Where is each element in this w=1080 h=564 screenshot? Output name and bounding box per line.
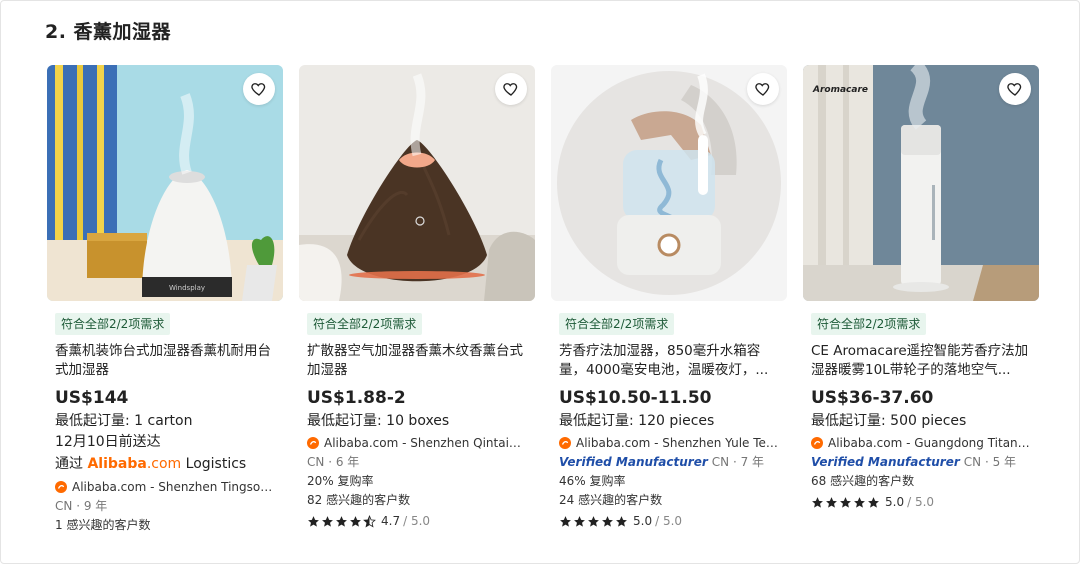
rating-max: / 5.0 — [403, 514, 431, 528]
min-order: 最低起订量: 120 pieces — [559, 413, 715, 429]
star-icon — [826, 496, 837, 508]
supplier-row[interactable]: Alibaba.com - Shenzhen Yule Tech... — [559, 434, 779, 452]
product-title[interactable]: 芳香疗法加湿器，850毫升水箱容量，4000毫安电池，温暖夜灯，... — [559, 342, 779, 380]
product-price: US$1.88-2 — [307, 388, 406, 408]
requirements-badge: 符合全部2/2项需求 — [811, 313, 927, 335]
product-title[interactable]: CE Aromacare遥控智能芳香疗法加湿器暖雾10L带轮子的落地空气... — [811, 342, 1031, 380]
alibaba-com-text: .com — [146, 456, 182, 472]
rating-max: / 5.0 — [907, 495, 935, 509]
product-section: 2. 香薰加湿器 Windsplay 符合全部2/2项需求 香薰机装饰台式加湿器… — [0, 0, 1080, 564]
favorite-button[interactable] — [747, 73, 779, 105]
supplier-row[interactable]: Alibaba.com - Shenzhen Tingson E... — [55, 478, 275, 496]
supplier-name[interactable]: Alibaba.com - Guangdong Titan S... — [828, 434, 1030, 452]
rating-row: 5.0 / 5.0 — [811, 492, 1031, 512]
country-code: CN — [711, 455, 730, 469]
years-on-platform: · 5 年 — [984, 455, 1017, 469]
rating-score: 5.0 — [885, 495, 905, 509]
rating-row: 5.0 / 5.0 — [559, 511, 779, 531]
section-title: 2. 香薰加湿器 — [45, 21, 172, 43]
supplier-row[interactable]: Alibaba.com - Guangdong Titan S... — [811, 434, 1031, 452]
rating-max: / 5.0 — [655, 514, 683, 528]
half-star-icon — [363, 514, 376, 527]
supplier-meta: CN · 9 年 — [55, 496, 275, 516]
alibaba-logo-text: Alibaba — [87, 456, 147, 472]
requirements-badge: 符合全部2/2项需求 — [55, 313, 171, 335]
logistics-info: 通过 Alibaba.com Logistics — [55, 453, 275, 475]
star-icon — [812, 496, 823, 508]
logistics-suffix: Logistics — [185, 456, 247, 472]
product-title[interactable]: 扩散器空气加湿器香薰木纹香薰台式加湿器 — [307, 342, 527, 380]
supplier-name[interactable]: Alibaba.com - Shenzhen Yule Tech... — [576, 434, 778, 452]
star-icon — [574, 515, 585, 527]
supplier-meta: Verified Manufacturer CN · 7 年 — [559, 452, 779, 472]
country-code: CN — [307, 455, 325, 469]
star-icon — [616, 515, 627, 527]
product-price: US$36-37.60 — [811, 388, 934, 408]
favorite-button[interactable] — [495, 73, 527, 105]
star-icon — [322, 515, 333, 527]
alibaba-icon — [307, 437, 319, 449]
supplier-meta: CN · 6 年 — [307, 452, 527, 472]
heart-icon — [503, 83, 518, 96]
supplier-name[interactable]: Alibaba.com - Shenzhen Tingson E... — [72, 478, 274, 496]
verified-manufacturer-badge[interactable]: Verified Manufacturer — [559, 452, 708, 472]
star-icon — [350, 515, 361, 527]
reorder-rate: 20% 复购率 — [307, 474, 374, 488]
supplier-name[interactable]: Alibaba.com - Shenzhen Qintaiyua... — [324, 434, 526, 452]
alibaba-icon — [559, 437, 571, 449]
rating-score: 4.7 — [381, 514, 401, 528]
years-on-platform: · 6 年 — [328, 455, 360, 469]
reorder-rate: 46% 复购率 — [559, 474, 626, 488]
min-order: 最低起订量: 500 pieces — [811, 413, 967, 429]
heart-icon — [755, 83, 770, 96]
verified-manufacturer-badge[interactable]: Verified Manufacturer — [811, 452, 960, 472]
min-order: 最低起订量: 10 boxes — [307, 413, 450, 429]
delivery-date: 12月10日前送达 — [55, 434, 161, 450]
interested-buyers: 1 感兴趣的客户数 — [55, 518, 151, 532]
product-price: US$144 — [55, 388, 129, 408]
product-card[interactable]: Aromacare 符合全部2/2项需求 CE Aromacare遥控智能芳香疗… — [803, 65, 1039, 535]
product-price: US$10.50-11.50 — [559, 388, 712, 408]
star-icon — [308, 515, 319, 527]
product-image[interactable] — [299, 65, 535, 301]
interested-buyers: 68 感兴趣的客户数 — [811, 474, 915, 488]
star-icon — [602, 515, 613, 527]
country-code: CN — [55, 499, 73, 513]
star-icon — [588, 515, 599, 527]
product-title[interactable]: 香薰机装饰台式加湿器香薰机耐用台式加湿器 — [55, 342, 275, 380]
product-image[interactable]: Windsplay — [47, 65, 283, 301]
interested-buyers: 82 感兴趣的客户数 — [307, 493, 411, 507]
years-on-platform: · 7 年 — [732, 455, 765, 469]
min-order: 最低起订量: 1 carton — [55, 413, 193, 429]
favorite-button[interactable] — [243, 73, 275, 105]
rating-row: 4.7 / 5.0 — [307, 511, 527, 531]
product-card[interactable]: Windsplay 符合全部2/2项需求 香薰机装饰台式加湿器香薰机耐用台式加湿… — [47, 65, 283, 535]
product-grid: Windsplay 符合全部2/2项需求 香薰机装饰台式加湿器香薰机耐用台式加湿… — [47, 65, 1039, 535]
favorite-button[interactable] — [999, 73, 1031, 105]
star-icon — [840, 496, 851, 508]
star-icon — [854, 496, 865, 508]
supplier-row[interactable]: Alibaba.com - Shenzhen Qintaiyua... — [307, 434, 527, 452]
years-on-platform: · 9 年 — [76, 499, 108, 513]
logistics-prefix: 通过 — [55, 456, 83, 472]
svg-text:Windsplay: Windsplay — [169, 284, 205, 292]
product-image[interactable] — [551, 65, 787, 301]
heart-icon — [251, 83, 266, 96]
interested-buyers: 24 感兴趣的客户数 — [559, 493, 663, 507]
alibaba-icon — [811, 437, 823, 449]
product-image[interactable]: Aromacare — [803, 65, 1039, 301]
star-icon — [336, 515, 347, 527]
requirements-badge: 符合全部2/2项需求 — [559, 313, 675, 335]
country-code: CN — [963, 455, 982, 469]
svg-text:Aromacare: Aromacare — [812, 85, 868, 95]
star-icon — [868, 496, 879, 508]
heart-icon — [1007, 83, 1022, 96]
product-card[interactable]: 符合全部2/2项需求 芳香疗法加湿器，850毫升水箱容量，4000毫安电池，温暖… — [551, 65, 787, 535]
requirements-badge: 符合全部2/2项需求 — [307, 313, 423, 335]
star-icon — [560, 515, 571, 527]
rating-score: 5.0 — [633, 514, 653, 528]
supplier-meta: Verified Manufacturer CN · 5 年 — [811, 452, 1031, 472]
alibaba-icon — [55, 481, 67, 493]
product-card[interactable]: 符合全部2/2项需求 扩散器空气加湿器香薰木纹香薰台式加湿器 US$1.88-2… — [299, 65, 535, 535]
